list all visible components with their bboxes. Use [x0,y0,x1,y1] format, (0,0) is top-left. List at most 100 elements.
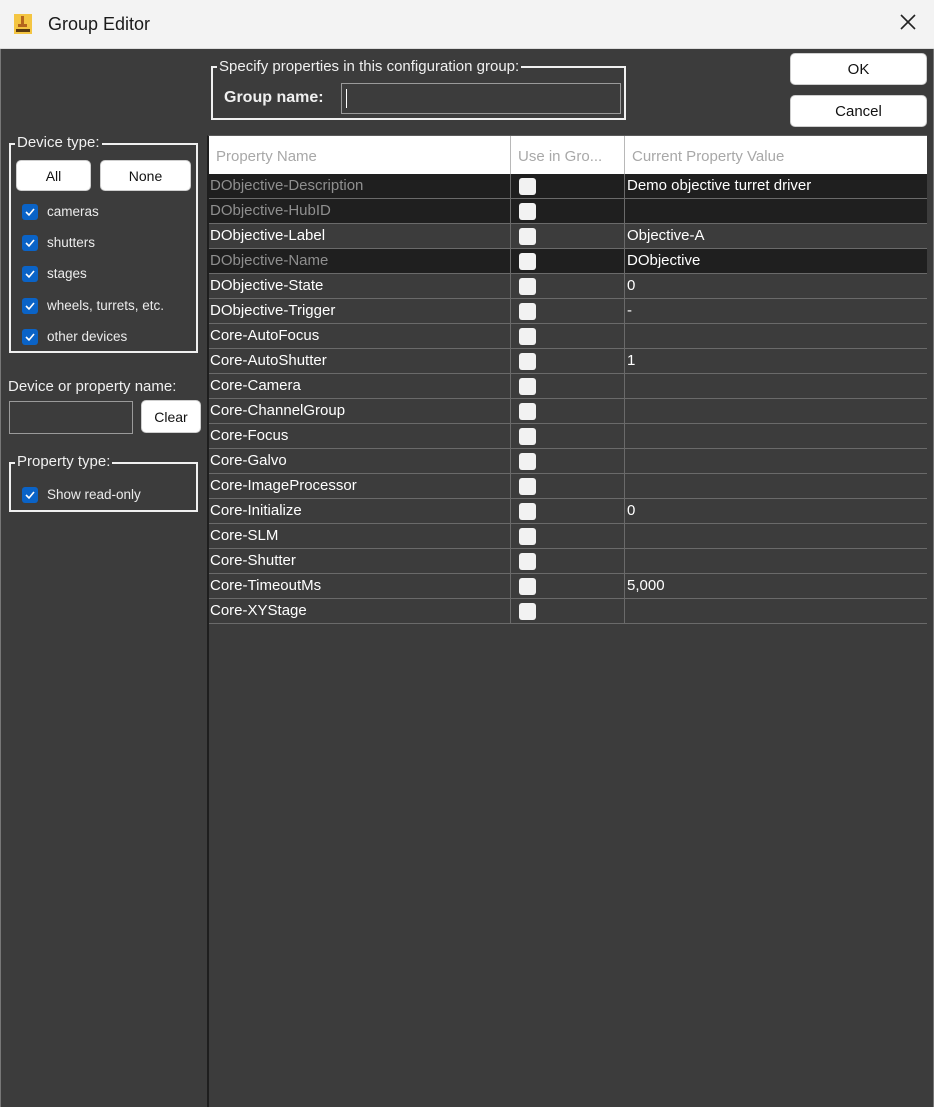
property-value-cell[interactable] [625,524,927,548]
filter-input[interactable] [9,401,133,434]
use-in-group-checkbox[interactable] [519,303,536,320]
none-button[interactable]: None [100,160,191,191]
use-in-group-checkbox[interactable] [519,478,536,495]
property-value-cell[interactable]: Demo objective turret driver [625,174,927,198]
table-row[interactable]: Core-Galvo [209,449,927,474]
use-in-group-checkbox[interactable] [519,503,536,520]
table-row[interactable]: Core-XYStage [209,599,927,624]
use-in-group-checkbox[interactable] [519,403,536,420]
property-value-cell[interactable] [625,474,927,498]
table-row[interactable]: DObjective-Name DObjective [209,249,927,274]
use-in-group-cell [511,399,625,423]
table-row[interactable]: Core-TimeoutMs 5,000 [209,574,927,599]
property-value-cell[interactable]: 0 [625,274,927,298]
property-value-cell[interactable]: Objective-A [625,224,927,248]
table-row[interactable]: Core-Focus [209,424,927,449]
stages-checkbox[interactable] [22,266,38,282]
table-row[interactable]: Core-AutoShutter 1 [209,349,927,374]
property-name-cell: Core-AutoFocus [209,324,511,348]
use-in-group-checkbox[interactable] [519,428,536,445]
property-name-cell: DObjective-Description [209,174,511,198]
table-row[interactable]: Core-SLM [209,524,927,549]
cancel-button[interactable]: Cancel [790,95,927,127]
stages-label: stages [47,266,87,281]
property-value-cell[interactable]: 1 [625,349,927,373]
property-value-cell[interactable] [625,449,927,473]
table-row[interactable]: Core-ImageProcessor [209,474,927,499]
table-row[interactable]: Core-ChannelGroup [209,399,927,424]
property-value-cell[interactable] [625,599,927,623]
use-in-group-checkbox[interactable] [519,578,536,595]
use-in-group-checkbox[interactable] [519,353,536,370]
use-in-group-cell [511,274,625,298]
check-icon [25,208,35,217]
use-in-group-cell [511,299,625,323]
table-row[interactable]: Core-Initialize 0 [209,499,927,524]
show-readonly-checkbox[interactable] [22,487,38,503]
use-in-group-checkbox[interactable] [519,278,536,295]
property-name-cell: Core-TimeoutMs [209,574,511,598]
device-type-legend: Device type: [15,134,102,151]
use-in-group-checkbox[interactable] [519,553,536,570]
table-row[interactable]: Core-AutoFocus [209,324,927,349]
property-name-cell: Core-Shutter [209,549,511,573]
cameras-checkbox[interactable] [22,204,38,220]
group-name-input[interactable] [341,83,621,114]
column-header-property-name[interactable]: Property Name [209,136,511,174]
property-value-cell[interactable]: DObjective [625,249,927,273]
close-button[interactable] [890,6,926,42]
property-name-cell: DObjective-State [209,274,511,298]
property-name-cell: Core-ImageProcessor [209,474,511,498]
use-in-group-cell [511,524,625,548]
cameras-label: cameras [47,204,99,219]
table-row[interactable]: Core-Shutter [209,549,927,574]
property-name-cell: DObjective-HubID [209,199,511,223]
property-value-cell[interactable] [625,399,927,423]
table-row[interactable]: DObjective-HubID [209,199,927,224]
group-name-legend: Specify properties in this configuration… [217,58,522,75]
check-icon [25,302,35,311]
use-in-group-checkbox[interactable] [519,203,536,220]
other-devices-checkbox[interactable] [22,329,38,345]
use-in-group-checkbox[interactable] [519,228,536,245]
wheels-checkbox[interactable] [22,298,38,314]
show-readonly-label: Show read-only [47,487,141,502]
use-in-group-checkbox[interactable] [519,378,536,395]
ok-button[interactable]: OK [790,53,927,85]
table-row[interactable]: Core-Camera [209,374,927,399]
use-in-group-cell [511,174,625,198]
table-row[interactable]: DObjective-Label Objective-A [209,224,927,249]
use-in-group-checkbox[interactable] [519,253,536,270]
use-in-group-cell [511,324,625,348]
use-in-group-checkbox[interactable] [519,603,536,620]
property-value-cell[interactable]: - [625,299,927,323]
table-row[interactable]: DObjective-State 0 [209,274,927,299]
microscope-icon [12,12,34,36]
all-button[interactable]: All [16,160,91,191]
use-in-group-checkbox[interactable] [519,328,536,345]
property-name-cell: Core-AutoShutter [209,349,511,373]
table-row[interactable]: DObjective-Trigger - [209,299,927,324]
title-bar: Group Editor [0,0,934,49]
property-value-cell[interactable]: 5,000 [625,574,927,598]
use-in-group-checkbox[interactable] [519,453,536,470]
column-header-use-in-group[interactable]: Use in Gro... [511,136,625,174]
property-value-cell[interactable] [625,324,927,348]
table-row[interactable]: DObjective-Description Demo objective tur… [209,174,927,199]
clear-button[interactable]: Clear [141,400,201,433]
use-in-group-checkbox[interactable] [519,528,536,545]
property-value-cell[interactable] [625,199,927,223]
use-in-group-checkbox[interactable] [519,178,536,195]
property-name-cell: Core-Camera [209,374,511,398]
property-value-cell[interactable] [625,549,927,573]
check-icon [25,270,35,279]
property-value-cell[interactable] [625,424,927,448]
property-name-cell: Core-SLM [209,524,511,548]
shutters-checkbox[interactable] [22,235,38,251]
column-header-current-value[interactable]: Current Property Value [625,136,927,174]
property-value-cell[interactable]: 0 [625,499,927,523]
property-name-cell: DObjective-Label [209,224,511,248]
filter-label: Device or property name: [8,378,177,395]
other-devices-label: other devices [47,329,128,344]
property-value-cell[interactable] [625,374,927,398]
